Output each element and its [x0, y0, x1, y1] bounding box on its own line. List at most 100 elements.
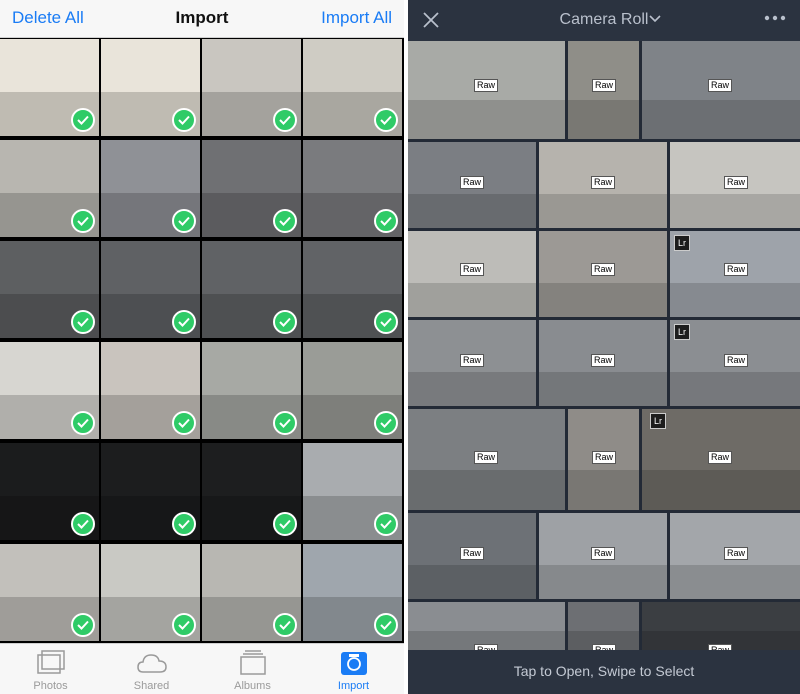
- camera-roll-thumbnail[interactable]: Raw: [408, 602, 565, 650]
- import-thumbnail[interactable]: [303, 342, 402, 439]
- selected-checkmark-icon[interactable]: [172, 613, 196, 637]
- selected-checkmark-icon[interactable]: [71, 108, 95, 132]
- camera-roll-thumbnail[interactable]: Raw: [408, 513, 536, 599]
- camera-roll-thumbnail[interactable]: Raw: [408, 231, 536, 317]
- camera-roll-thumbnail[interactable]: Raw: [408, 142, 536, 228]
- camera-roll-header: Camera Roll: [408, 0, 800, 41]
- raw-badge: Raw: [591, 263, 616, 276]
- import-thumbnail[interactable]: [202, 241, 301, 338]
- import-thumbnail[interactable]: [303, 140, 402, 237]
- import-thumbnail[interactable]: [202, 544, 301, 641]
- camera-roll-thumbnail[interactable]: Raw: [568, 409, 639, 510]
- camera-roll-thumbnail[interactable]: Raw: [568, 602, 639, 650]
- selected-checkmark-icon[interactable]: [172, 108, 196, 132]
- camera-roll-thumbnail[interactable]: Raw: [642, 602, 800, 650]
- selected-checkmark-icon[interactable]: [172, 209, 196, 233]
- import-thumbnail[interactable]: [0, 544, 99, 641]
- raw-badge: Raw: [591, 354, 616, 367]
- camera-roll-thumbnail[interactable]: Raw: [539, 320, 667, 406]
- thumbnail-shade: [642, 99, 800, 139]
- thumbnail-shade: [568, 99, 639, 139]
- selected-checkmark-icon[interactable]: [273, 209, 297, 233]
- raw-badge: Raw: [708, 79, 733, 92]
- selected-checkmark-icon[interactable]: [374, 310, 398, 334]
- thumbnail-shade: [642, 469, 800, 510]
- import-header: Delete All Import Import All: [0, 0, 404, 38]
- tab-bar: Photos Shared Albums Import: [0, 643, 404, 694]
- raw-badge: Raw: [591, 176, 616, 189]
- lightroom-screen: Camera Roll Raw Raw Raw Raw Raw Raw Raw Raw Raw R…: [408, 0, 800, 694]
- tab-photos[interactable]: Photos: [0, 644, 101, 694]
- tab-import-label: Import: [337, 680, 370, 692]
- import-thumbnail[interactable]: [101, 544, 200, 641]
- camera-roll-thumbnail[interactable]: Raw: [408, 320, 536, 406]
- selected-checkmark-icon[interactable]: [172, 512, 196, 536]
- thumbnail-shade: [670, 564, 800, 599]
- tab-albums-label: Albums: [234, 680, 271, 692]
- tab-shared-label: Shared: [133, 680, 170, 692]
- lr-badge: Lr: [650, 413, 666, 429]
- selected-checkmark-icon[interactable]: [374, 209, 398, 233]
- import-thumbnail[interactable]: [101, 342, 200, 439]
- import-thumbnail[interactable]: [202, 140, 301, 237]
- selected-checkmark-icon[interactable]: [71, 512, 95, 536]
- camera-roll-thumbnail[interactable]: Raw: [670, 513, 800, 599]
- selected-checkmark-icon[interactable]: [273, 310, 297, 334]
- raw-badge: Raw: [724, 547, 749, 560]
- more-options-icon[interactable]: [764, 13, 786, 23]
- thumbnail-shade: [670, 371, 800, 406]
- camera-roll-title[interactable]: Camera Roll: [408, 11, 800, 29]
- selected-checkmark-icon[interactable]: [71, 209, 95, 233]
- import-thumbnail[interactable]: [202, 342, 301, 439]
- selected-checkmark-icon[interactable]: [273, 512, 297, 536]
- tab-photos-label: Photos: [33, 680, 68, 692]
- thumbnail-shade: [568, 469, 639, 510]
- cloud-icon: [137, 654, 167, 673]
- selected-checkmark-icon[interactable]: [172, 411, 196, 435]
- chevron-down-icon[interactable]: [649, 15, 661, 23]
- camera-roll-thumbnail[interactable]: Raw: [539, 142, 667, 228]
- raw-badge: Raw: [460, 547, 485, 560]
- selected-checkmark-icon[interactable]: [71, 310, 95, 334]
- import-thumbnail[interactable]: [0, 39, 99, 136]
- selected-checkmark-icon[interactable]: [374, 613, 398, 637]
- selected-checkmark-icon[interactable]: [71, 613, 95, 637]
- tab-shared[interactable]: Shared: [101, 644, 202, 694]
- import-thumbnail[interactable]: [101, 39, 200, 136]
- import-thumbnail[interactable]: [0, 140, 99, 237]
- selected-checkmark-icon[interactable]: [71, 411, 95, 435]
- import-thumbnail[interactable]: [303, 39, 402, 136]
- selected-checkmark-icon[interactable]: [374, 411, 398, 435]
- camera-roll-thumbnail[interactable]: Raw: [408, 409, 565, 510]
- import-thumbnail[interactable]: [303, 544, 402, 641]
- selected-checkmark-icon[interactable]: [374, 512, 398, 536]
- selected-checkmark-icon[interactable]: [273, 411, 297, 435]
- selected-checkmark-icon[interactable]: [273, 613, 297, 637]
- selected-checkmark-icon[interactable]: [172, 310, 196, 334]
- import-all-button[interactable]: Import All: [321, 8, 392, 28]
- camera-roll-thumbnail[interactable]: Raw: [408, 41, 565, 139]
- import-thumbnail[interactable]: [101, 443, 200, 540]
- camera-roll-thumbnail[interactable]: Raw: [539, 513, 667, 599]
- raw-badge: Raw: [708, 451, 733, 464]
- raw-badge: Raw: [460, 263, 485, 276]
- selected-checkmark-icon[interactable]: [273, 108, 297, 132]
- camera-roll-footer: Tap to Open, Swipe to Select: [408, 650, 800, 694]
- import-thumbnail[interactable]: [202, 39, 301, 136]
- tab-albums[interactable]: Albums: [202, 644, 303, 694]
- tab-import[interactable]: Import: [303, 644, 404, 694]
- camera-roll-thumbnail[interactable]: Raw: [642, 41, 800, 139]
- selected-checkmark-icon[interactable]: [374, 108, 398, 132]
- import-thumbnail[interactable]: [303, 443, 402, 540]
- import-thumbnail[interactable]: [101, 140, 200, 237]
- import-thumbnail[interactable]: [303, 241, 402, 338]
- import-thumbnail[interactable]: [202, 443, 301, 540]
- import-thumbnail[interactable]: [101, 241, 200, 338]
- camera-roll-thumbnail[interactable]: Raw: [670, 142, 800, 228]
- import-thumbnail[interactable]: [0, 241, 99, 338]
- import-thumbnail[interactable]: [0, 443, 99, 540]
- import-thumbnail[interactable]: [0, 342, 99, 439]
- footer-hint: Tap to Open, Swipe to Select: [513, 663, 695, 679]
- camera-roll-thumbnail[interactable]: Raw: [539, 231, 667, 317]
- camera-roll-thumbnail[interactable]: Raw: [568, 41, 639, 139]
